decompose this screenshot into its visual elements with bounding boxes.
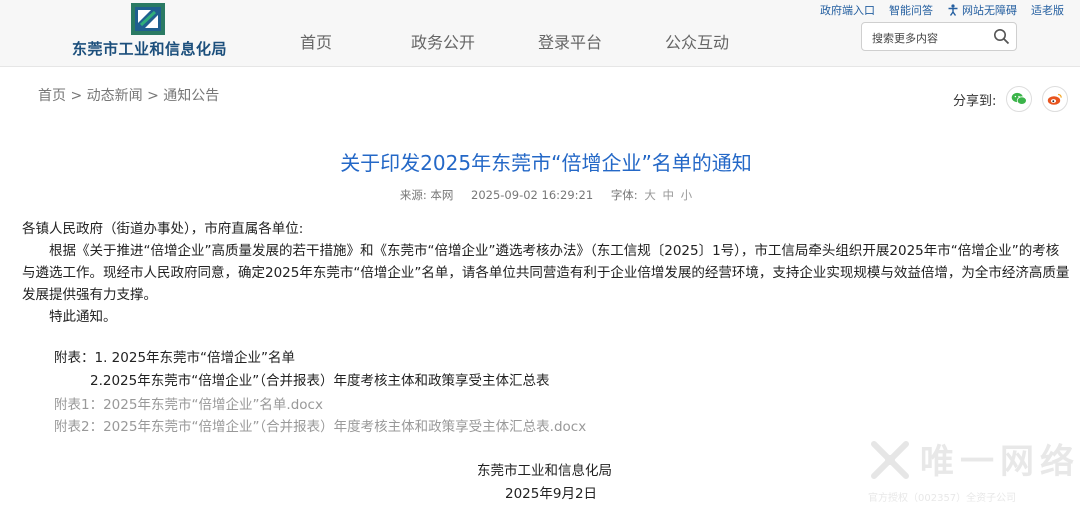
font-size-label: 字体: — [610, 188, 638, 202]
watermark-subtitle: 官方授权（002357）全资子公司 — [868, 493, 1017, 504]
body-paragraph: 根据《关于推进“倍增企业”高质量发展的若干措施》和《东莞市“倍增企业”遴选考核办… — [22, 243, 1070, 303]
elder-mode-link[interactable]: 适老版 — [1031, 2, 1064, 18]
watermark-title: 唯一网络 — [920, 442, 1080, 482]
source-label: 来源: — [399, 188, 427, 202]
accessibility-label: 网站无障碍 — [962, 4, 1017, 17]
wechat-icon — [1012, 92, 1028, 105]
nav-home[interactable]: 首页 — [300, 29, 332, 53]
smart-qa-link[interactable]: 智能问答 — [889, 2, 933, 18]
closing-line: 特此通知。 — [49, 309, 117, 325]
logo-icon[interactable] — [131, 3, 165, 35]
font-size-medium[interactable]: 中 — [663, 188, 675, 202]
signature: 东莞市工业和信息化局 — [477, 463, 612, 479]
attachment-link-2[interactable]: 附表2：2025年东莞市“倍增企业”（合并报表）年度考核主体和政策享受主体汇总表… — [54, 415, 586, 435]
gov-portal-link[interactable]: 政府端入口 — [820, 2, 875, 18]
accessibility-icon — [948, 4, 958, 16]
watermark-logo-icon — [871, 441, 909, 479]
font-size-large[interactable]: 大 — [644, 188, 656, 202]
attachment-link-1[interactable]: 附表1：2025年东莞市“倍增企业”名单.docx — [54, 393, 323, 413]
attachments-intro: 附表：1. 2025年东莞市“倍增企业”名单 — [54, 350, 296, 366]
breadcrumb-separator: > — [147, 88, 159, 104]
nav-gov-affairs[interactable]: 政务公开 — [411, 29, 475, 53]
top-links: 政府端入口 智能问答 网站无障碍 适老版 — [820, 2, 1064, 18]
article-meta: 来源: 本网 2025-09-02 16:29:21 字体: 大 中 小 — [0, 187, 1080, 203]
search-input[interactable] — [870, 29, 994, 47]
site-logo-text[interactable]: 东莞市工业和信息化局 — [72, 38, 227, 59]
share-weibo-button[interactable] — [1042, 86, 1069, 112]
signature-date: 2025年9月2日 — [505, 486, 598, 502]
site-header: 东莞市工业和信息化局 首页 政务公开 登录平台 公众互动 政府端入口 智能问答 … — [0, 0, 1080, 67]
publish-datetime: 2025-09-02 16:29:21 — [471, 188, 594, 202]
share-bar: 分享到: — [953, 86, 1069, 112]
breadcrumb-news[interactable]: 动态新闻 — [87, 88, 143, 104]
breadcrumb-notices[interactable]: 通知公告 — [163, 88, 219, 104]
breadcrumb: 首页 > 动态新闻 > 通知公告 — [38, 85, 219, 105]
source-value: 本网 — [430, 188, 454, 202]
nav-public-interaction[interactable]: 公众互动 — [665, 29, 729, 53]
attachments-second: 2.2025年东莞市“倍增企业”（合并报表）年度考核主体和政策享受主体汇总表 — [90, 373, 550, 389]
weibo-icon — [1048, 93, 1063, 105]
font-size-small[interactable]: 小 — [681, 188, 693, 202]
search-icon[interactable] — [993, 28, 1010, 45]
article-body: 各镇人民政府（街道办事处），市府直属各单位: 根据《关于推进“倍增企业”高质量发… — [22, 218, 1072, 328]
share-label: 分享到: — [953, 93, 997, 109]
accessibility-link[interactable]: 网站无障碍 — [947, 2, 1017, 18]
share-wechat-button[interactable] — [1006, 86, 1033, 112]
search-box — [861, 22, 1017, 51]
article-title: 关于印发2025年东莞市“倍增企业”名单的通知 — [340, 151, 752, 175]
salutation: 各镇人民政府（街道办事处），市府直属各单位: — [22, 221, 304, 237]
nav-login-platform[interactable]: 登录平台 — [538, 29, 602, 53]
breadcrumb-separator: > — [70, 88, 83, 104]
breadcrumb-home[interactable]: 首页 — [38, 88, 66, 104]
